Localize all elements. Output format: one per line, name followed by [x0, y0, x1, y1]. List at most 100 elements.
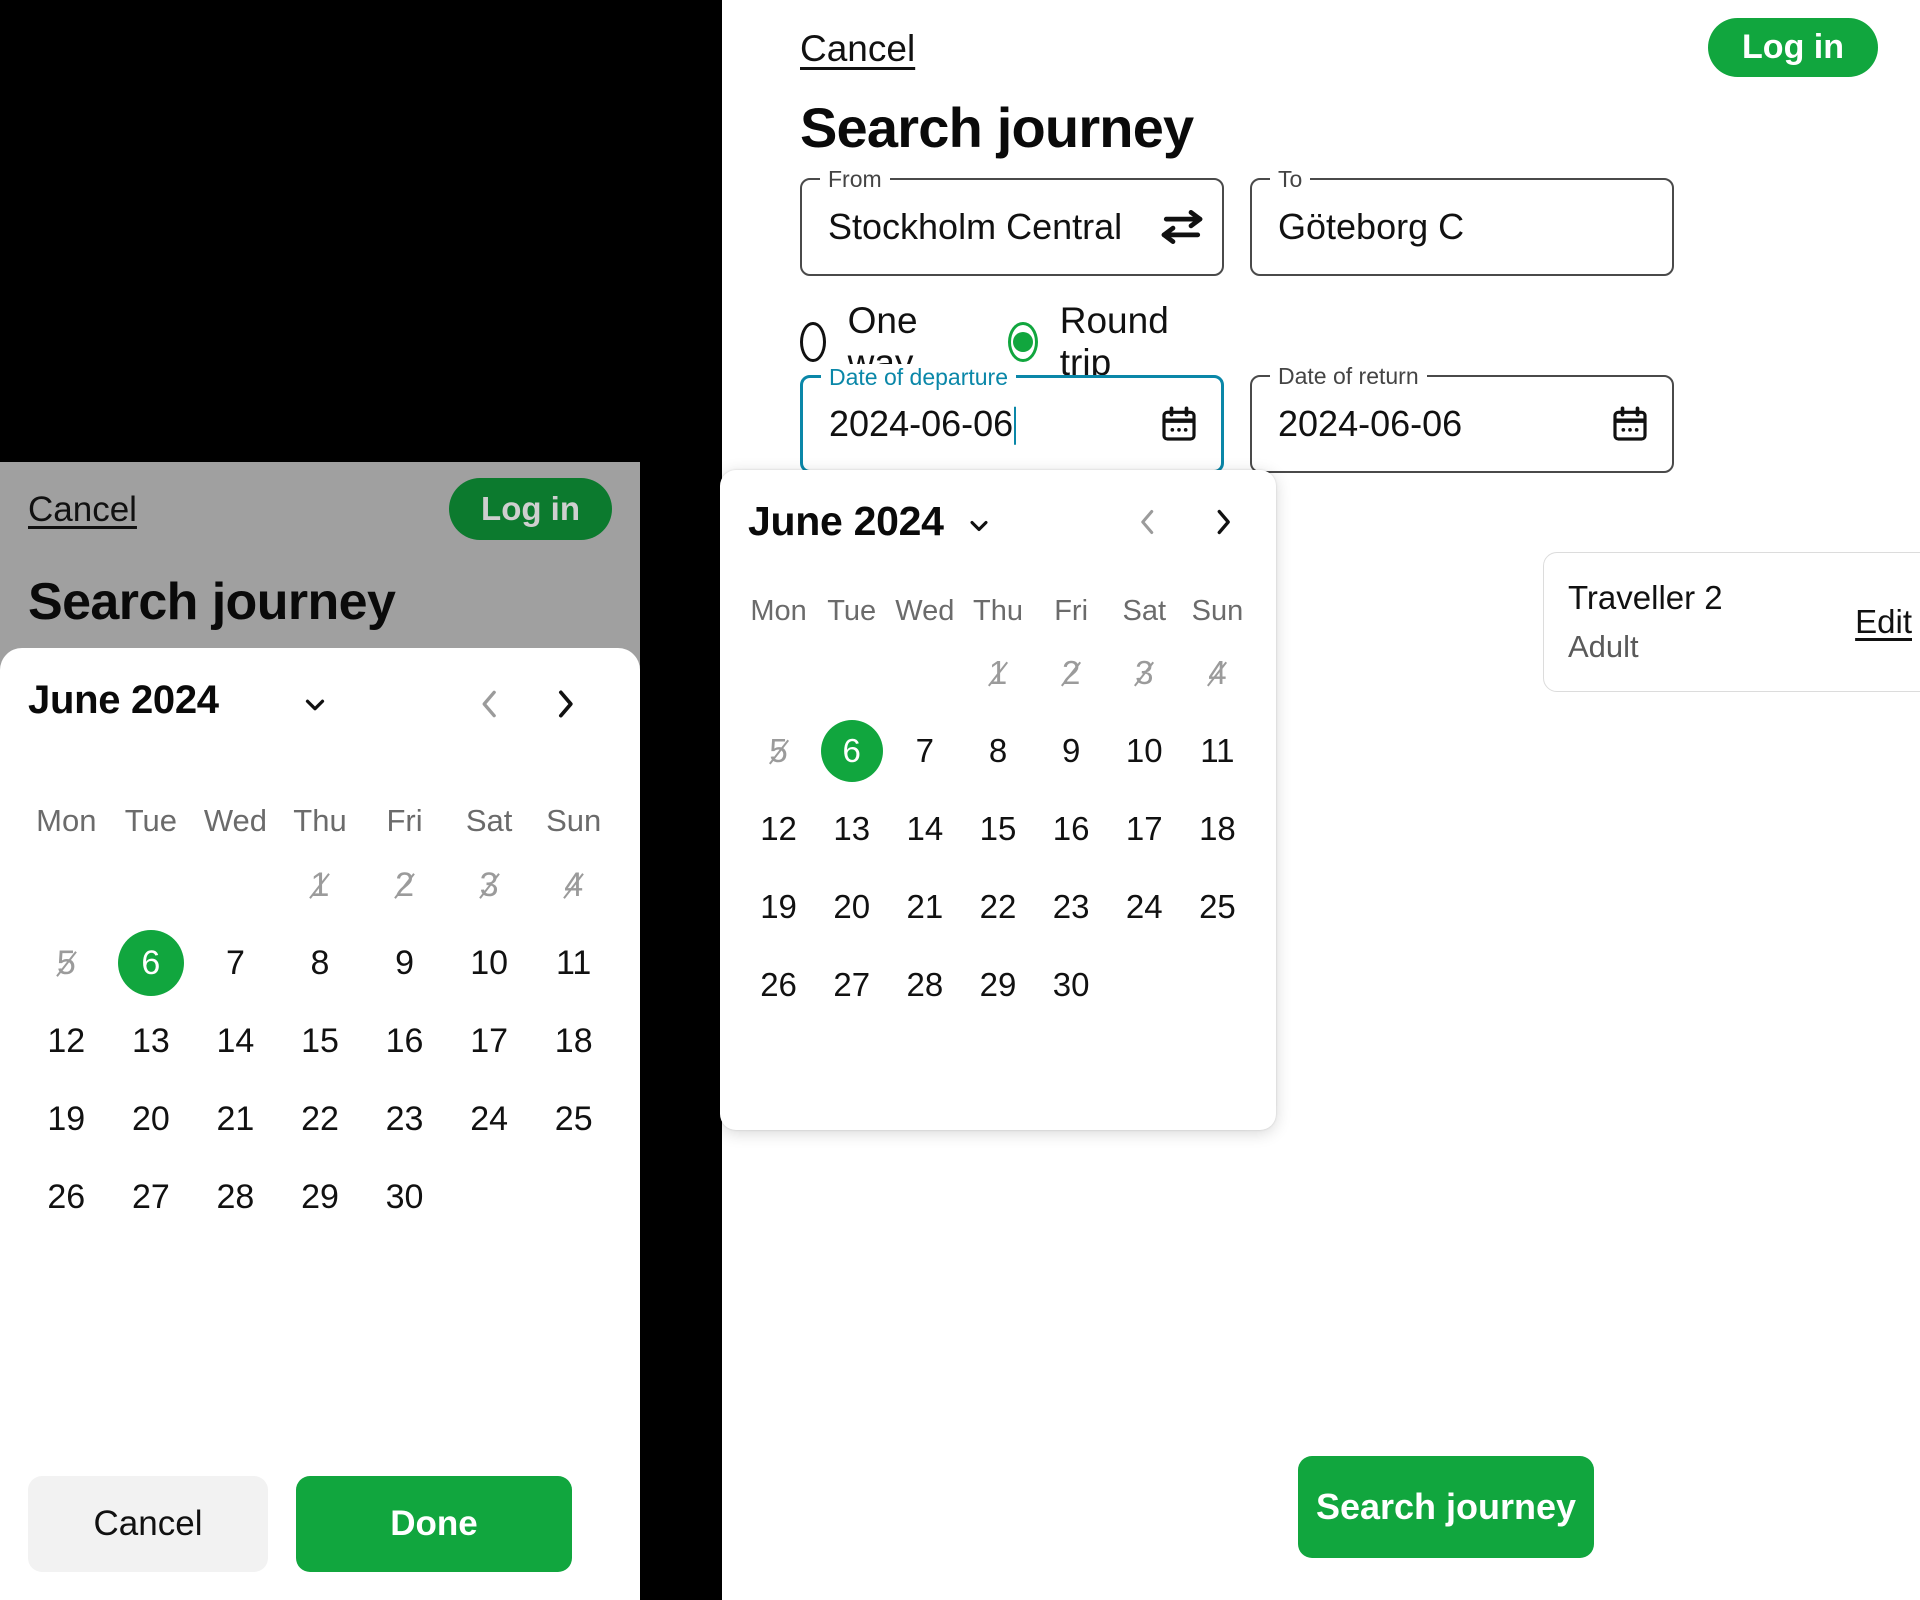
calendar-day-17[interactable]: 17 — [447, 1002, 532, 1080]
calendar-day-16[interactable]: 16 — [1035, 790, 1108, 868]
calendar-day-20[interactable]: 20 — [109, 1080, 194, 1158]
calendar-empty-cell — [531, 1158, 616, 1236]
mobile-login-button[interactable]: Log in — [449, 478, 612, 540]
calendar-day-25[interactable]: 25 — [1181, 868, 1254, 946]
calendar-day-number: 22 — [979, 888, 1017, 925]
calendar-day-number: 16 — [1052, 810, 1090, 847]
calendar-day-15[interactable]: 15 — [278, 1002, 363, 1080]
calendar-day-19[interactable]: 19 — [24, 1080, 109, 1158]
calendar-day-10[interactable]: 10 — [447, 924, 532, 1002]
calendar-day-11[interactable]: 11 — [1181, 712, 1254, 790]
calendar-dow-tue: Tue — [124, 803, 177, 838]
calendar-day-22[interactable]: 22 — [278, 1080, 363, 1158]
calendar-day-12[interactable]: 12 — [742, 790, 815, 868]
traveller-edit-link[interactable]: Edit — [1855, 603, 1912, 641]
chevron-right-icon[interactable] — [545, 684, 585, 724]
calendar-week-row: 26 27 28 29 30 — [742, 946, 1254, 1024]
calendar-day-12[interactable]: 12 — [24, 1002, 109, 1080]
calendar-day-21[interactable]: 21 — [193, 1080, 278, 1158]
calendar-day-20[interactable]: 20 — [815, 868, 888, 946]
calendar-day-10[interactable]: 10 — [1108, 712, 1181, 790]
calendar-day-16[interactable]: 16 — [362, 1002, 447, 1080]
calendar-day-18[interactable]: 18 — [531, 1002, 616, 1080]
calendar-day-9[interactable]: 9 — [1035, 712, 1108, 790]
calendar-day-15[interactable]: 15 — [961, 790, 1034, 868]
calendar-day-19[interactable]: 19 — [742, 868, 815, 946]
calendar-day-22[interactable]: 22 — [961, 868, 1034, 946]
calendar-day-21[interactable]: 21 — [888, 868, 961, 946]
calendar-day-number: 8 — [988, 732, 1008, 769]
calendar-day-number: 9 — [1061, 732, 1081, 769]
calendar-day-23[interactable]: 23 — [362, 1080, 447, 1158]
calendar-dow-wed: Wed — [203, 803, 268, 838]
calendar-dow-sun: Sun — [1191, 595, 1244, 627]
calendar-day-number: 27 — [833, 966, 871, 1003]
calendar-day-25[interactable]: 25 — [531, 1080, 616, 1158]
calendar-day-number: 5 — [769, 732, 788, 769]
date-of-departure-field[interactable]: Date of departure 2024-06-06 — [800, 364, 1224, 473]
calendar-day-27[interactable]: 27 — [815, 946, 888, 1024]
mobile-sheet-done-button[interactable]: Done — [296, 1476, 572, 1572]
calendar-day-9[interactable]: 9 — [362, 924, 447, 1002]
calendar-day-14[interactable]: 14 — [888, 790, 961, 868]
calendar-day-28[interactable]: 28 — [888, 946, 961, 1024]
calendar-day-number: 13 — [833, 810, 871, 847]
chevron-down-icon[interactable] — [300, 690, 330, 720]
calendar-day-number: 24 — [470, 1099, 509, 1138]
calendar-day-7[interactable]: 7 — [888, 712, 961, 790]
calendar-day-8[interactable]: 8 — [961, 712, 1034, 790]
calendar-day-17[interactable]: 17 — [1108, 790, 1181, 868]
radio-round-trip[interactable]: Round trip — [1008, 300, 1179, 384]
calendar-day-14[interactable]: 14 — [193, 1002, 278, 1080]
radio-one-way-circle — [800, 322, 826, 362]
calendar-day-23[interactable]: 23 — [1035, 868, 1108, 946]
calendar-day-30[interactable]: 30 — [362, 1158, 447, 1236]
mobile-cancel-link[interactable]: Cancel — [28, 490, 137, 530]
search-journey-button[interactable]: Search journey — [1298, 1456, 1594, 1558]
calendar-day-24[interactable]: 24 — [1108, 868, 1181, 946]
calendar-day-26[interactable]: 26 — [742, 946, 815, 1024]
calendar-day-13[interactable]: 13 — [815, 790, 888, 868]
chevron-left-icon[interactable] — [1130, 504, 1166, 540]
calendar-day-number: 10 — [470, 943, 509, 982]
to-field[interactable]: To Göteborg C — [1250, 166, 1674, 276]
calendar-dow-sat: Sat — [1122, 595, 1167, 627]
calendar-day-number: 7 — [915, 732, 935, 769]
calendar-day-number: 8 — [310, 943, 330, 982]
calendar-week-row: 26 27 28 29 30 — [24, 1158, 616, 1236]
calendar-day-number: 1 — [310, 865, 330, 904]
desktop-cancel-link[interactable]: Cancel — [800, 28, 915, 70]
calendar-week-row: 5 6 7 8 9 10 11 — [742, 712, 1254, 790]
mobile-sheet-cancel-button[interactable]: Cancel — [28, 1476, 268, 1572]
calendar-icon[interactable] — [1610, 404, 1650, 444]
chevron-left-icon[interactable] — [470, 684, 510, 724]
chevron-down-icon[interactable] — [965, 512, 993, 540]
calendar-day-number: 14 — [216, 1021, 255, 1060]
calendar-day-29[interactable]: 29 — [278, 1158, 363, 1236]
calendar-day-24[interactable]: 24 — [447, 1080, 532, 1158]
calendar-day-26[interactable]: 26 — [24, 1158, 109, 1236]
calendar-day-13[interactable]: 13 — [109, 1002, 194, 1080]
calendar-day-number: 23 — [1052, 888, 1090, 925]
calendar-day-7[interactable]: 7 — [193, 924, 278, 1002]
calendar-day-28[interactable]: 28 — [193, 1158, 278, 1236]
calendar-day-18[interactable]: 18 — [1181, 790, 1254, 868]
calendar-day-3: 3 — [1108, 634, 1181, 712]
calendar-dow-mon: Mon — [750, 595, 807, 627]
calendar-dow-fri: Fri — [1054, 595, 1089, 627]
calendar-day-number: 24 — [1125, 888, 1163, 925]
date-of-return-field[interactable]: Date of return 2024-06-06 — [1250, 363, 1674, 473]
calendar-day-29[interactable]: 29 — [961, 946, 1034, 1024]
swap-arrows-icon[interactable] — [1155, 200, 1209, 254]
calendar-day-11[interactable]: 11 — [531, 924, 616, 1002]
calendar-day-number: 23 — [385, 1099, 424, 1138]
calendar-day-6[interactable]: 6 — [109, 924, 194, 1002]
calendar-day-30[interactable]: 30 — [1035, 946, 1108, 1024]
calendar-day-8[interactable]: 8 — [278, 924, 363, 1002]
chevron-right-icon[interactable] — [1205, 504, 1241, 540]
calendar-icon[interactable] — [1159, 404, 1199, 444]
calendar-empty-cell — [888, 634, 961, 712]
desktop-login-button[interactable]: Log in — [1708, 18, 1878, 77]
calendar-day-27[interactable]: 27 — [109, 1158, 194, 1236]
calendar-day-6[interactable]: 6 — [815, 712, 888, 790]
